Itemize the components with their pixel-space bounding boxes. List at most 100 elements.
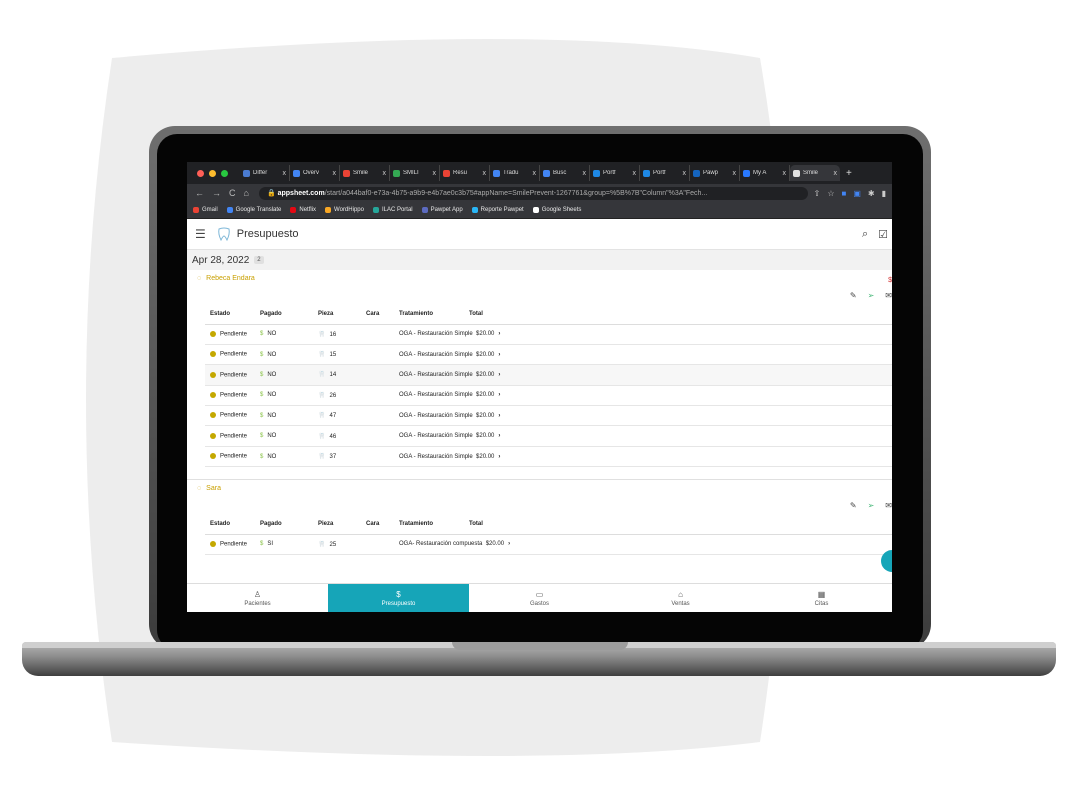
chevron-right-icon[interactable]: › (508, 541, 510, 547)
puzzle-icon[interactable]: ✱ (868, 189, 875, 198)
chevron-right-icon[interactable]: › (498, 413, 500, 419)
nav-tab-presupuesto[interactable]: $ Presupuesto (328, 584, 469, 612)
chevron-right-icon[interactable]: › (498, 392, 500, 398)
bookmark-item[interactable]: Gmail (193, 207, 218, 213)
column-header[interactable]: Total (464, 514, 892, 535)
column-header[interactable]: Total (464, 304, 892, 325)
tratamiento-total-cell: OGA - Restauración Simple $20.00 › (394, 385, 892, 407)
column-header[interactable]: Pieza (313, 304, 361, 325)
browser-tab[interactable]: Tradu x (490, 165, 540, 181)
laptop-screen: Differ x Overv x Smile x SMILI x Resu x Tradu x Busc… (187, 162, 892, 612)
browser-tabs: Differ x Overv x Smile x SMILI x Resu x Tradu x Busc… (240, 165, 840, 181)
table-row[interactable]: Pendiente $ SI 🦷 25 OGA- Restauración compues… (205, 534, 892, 555)
nav-tab-ventas[interactable]: ⌂ Ventas (610, 584, 751, 612)
table-row[interactable]: Pendiente $ NO 🦷 26 OGA - Restauración Simple… (205, 385, 892, 407)
send-icon[interactable]: ➢ (868, 501, 875, 510)
reload-icon[interactable]: C (229, 188, 236, 198)
column-header[interactable]: Tratamiento (394, 514, 464, 535)
browser-tab[interactable]: Portf x (590, 165, 640, 181)
maximize-window-button[interactable] (221, 169, 228, 177)
table-row[interactable]: Pendiente $ NO 🦷 15 OGA - Restauración Simple… (205, 344, 892, 366)
tab-close-icon[interactable]: x (834, 170, 838, 177)
column-header[interactable]: Tratamiento (394, 304, 464, 325)
column-header[interactable]: Pagado (255, 514, 313, 535)
share-icon[interactable]: ⇧ (814, 189, 821, 198)
edit-icon[interactable]: ✎ (850, 291, 857, 300)
table-row[interactable]: Pendiente $ NO 🦷 16 OGA - Restauración Simple… (205, 324, 892, 345)
chevron-right-icon[interactable]: › (498, 352, 500, 358)
home-icon[interactable]: ⌂ (244, 188, 249, 198)
forward-icon[interactable]: → (212, 188, 221, 198)
estado-value: Pendiente (220, 351, 248, 358)
translate-extension-icon[interactable]: ▣ (853, 189, 861, 198)
tab-close-icon[interactable]: x (633, 170, 637, 177)
address-bar[interactable]: 🔒 appsheet.com/start/a044baf0-e73a-4b75-… (258, 186, 808, 200)
browser-tab[interactable]: Smile x (340, 165, 390, 181)
browser-tab[interactable]: My A x (740, 165, 790, 181)
tab-close-icon[interactable]: x (683, 170, 687, 177)
email-icon[interactable]: ✉ (885, 501, 892, 510)
select-checkbox-icon[interactable]: ☑ (878, 228, 888, 241)
chevron-right-icon[interactable]: › (498, 454, 500, 460)
bookmark-item[interactable]: WordHippo (325, 207, 364, 213)
url-domain: appsheet.com (277, 189, 325, 197)
close-window-button[interactable] (197, 169, 204, 177)
minimize-window-button[interactable] (209, 169, 216, 177)
column-header[interactable]: Pieza (313, 514, 361, 535)
menu-icon[interactable]: ☰ (195, 227, 206, 241)
column-header[interactable]: Estado (205, 514, 255, 535)
send-icon[interactable]: ➢ (868, 291, 875, 300)
tab-close-icon[interactable]: x (483, 170, 487, 177)
bookmark-star-icon[interactable]: ☆ (827, 189, 834, 198)
chevron-right-icon[interactable]: › (498, 372, 500, 378)
bookmark-item[interactable]: Google Translate (226, 207, 281, 213)
table-row[interactable]: Pendiente $ NO 🦷 47 OGA - Restauración Simple… (205, 405, 892, 427)
new-tab-button[interactable]: + (846, 168, 852, 179)
browser-tab[interactable]: Busc x (540, 165, 590, 181)
column-header[interactable]: Pagado (255, 304, 313, 325)
column-header[interactable]: Cara (361, 514, 394, 535)
edit-icon[interactable]: ✎ (850, 501, 857, 510)
tratamiento-total-cell: OGA- Restauración compuesta $20.00 › (394, 534, 892, 555)
browser-tab[interactable]: Resu x (440, 165, 490, 181)
browser-tab[interactable]: SMILI x (390, 165, 440, 181)
chevron-right-icon[interactable]: › (498, 433, 500, 439)
client-header[interactable]: ◌ Rebeca Endara (187, 270, 892, 286)
tab-close-icon[interactable]: x (583, 170, 587, 177)
bookmark-item[interactable]: Netflix (290, 207, 316, 213)
email-icon[interactable]: ✉ (885, 291, 892, 300)
table-row[interactable]: Pendiente $ NO 🦷 46 OGA - Restauración Simple… (205, 425, 892, 447)
tab-close-icon[interactable]: x (733, 170, 737, 177)
table-row[interactable]: Pendiente $ NO 🦷 14 OGA - Restauración Simple… (205, 364, 892, 386)
client-header[interactable]: ◌ Sara (187, 480, 892, 496)
browser-tab[interactable]: Overv x (290, 165, 340, 181)
browser-tab[interactable]: Pawp x (690, 165, 740, 181)
sidebar-icon[interactable]: ▮ (882, 189, 886, 198)
estado-cell: Pendiente (205, 405, 255, 427)
tab-close-icon[interactable]: x (783, 170, 787, 177)
browser-tab[interactable]: Portf x (640, 165, 690, 181)
status-dot-icon (210, 540, 216, 547)
chevron-right-icon[interactable]: › (498, 331, 500, 337)
bookmark-item[interactable]: Reporte Pawpet (471, 207, 524, 213)
bookmark-item[interactable]: Pawpet App (421, 207, 463, 213)
pagado-value: NO (267, 392, 277, 399)
tab-close-icon[interactable]: x (333, 170, 337, 177)
tab-close-icon[interactable]: x (533, 170, 537, 177)
tab-close-icon[interactable]: x (383, 170, 387, 177)
tab-close-icon[interactable]: x (433, 170, 437, 177)
column-header[interactable]: Estado (205, 304, 255, 325)
table-row[interactable]: Pendiente $ NO 🦷 37 OGA - Restauración Simple… (205, 446, 892, 468)
search-icon[interactable]: ⌕ (862, 228, 868, 241)
bookmark-item[interactable]: Google Sheets (532, 207, 581, 213)
browser-tab[interactable]: Differ x (240, 165, 290, 181)
browser-tab[interactable]: Smile x (790, 165, 840, 181)
nav-tab-citas[interactable]: ▦ Citas (751, 584, 892, 612)
extension-icon[interactable]: ■ (841, 189, 846, 198)
nav-tab-gastos[interactable]: ▭ Gastos (469, 584, 610, 612)
bookmark-item[interactable]: ILAC Portal (372, 207, 413, 213)
nav-tab-pacientes[interactable]: ♙ Pacientes (187, 584, 328, 612)
back-icon[interactable]: ← (195, 188, 204, 198)
column-header[interactable]: Cara (361, 304, 394, 325)
tab-close-icon[interactable]: x (283, 170, 287, 177)
